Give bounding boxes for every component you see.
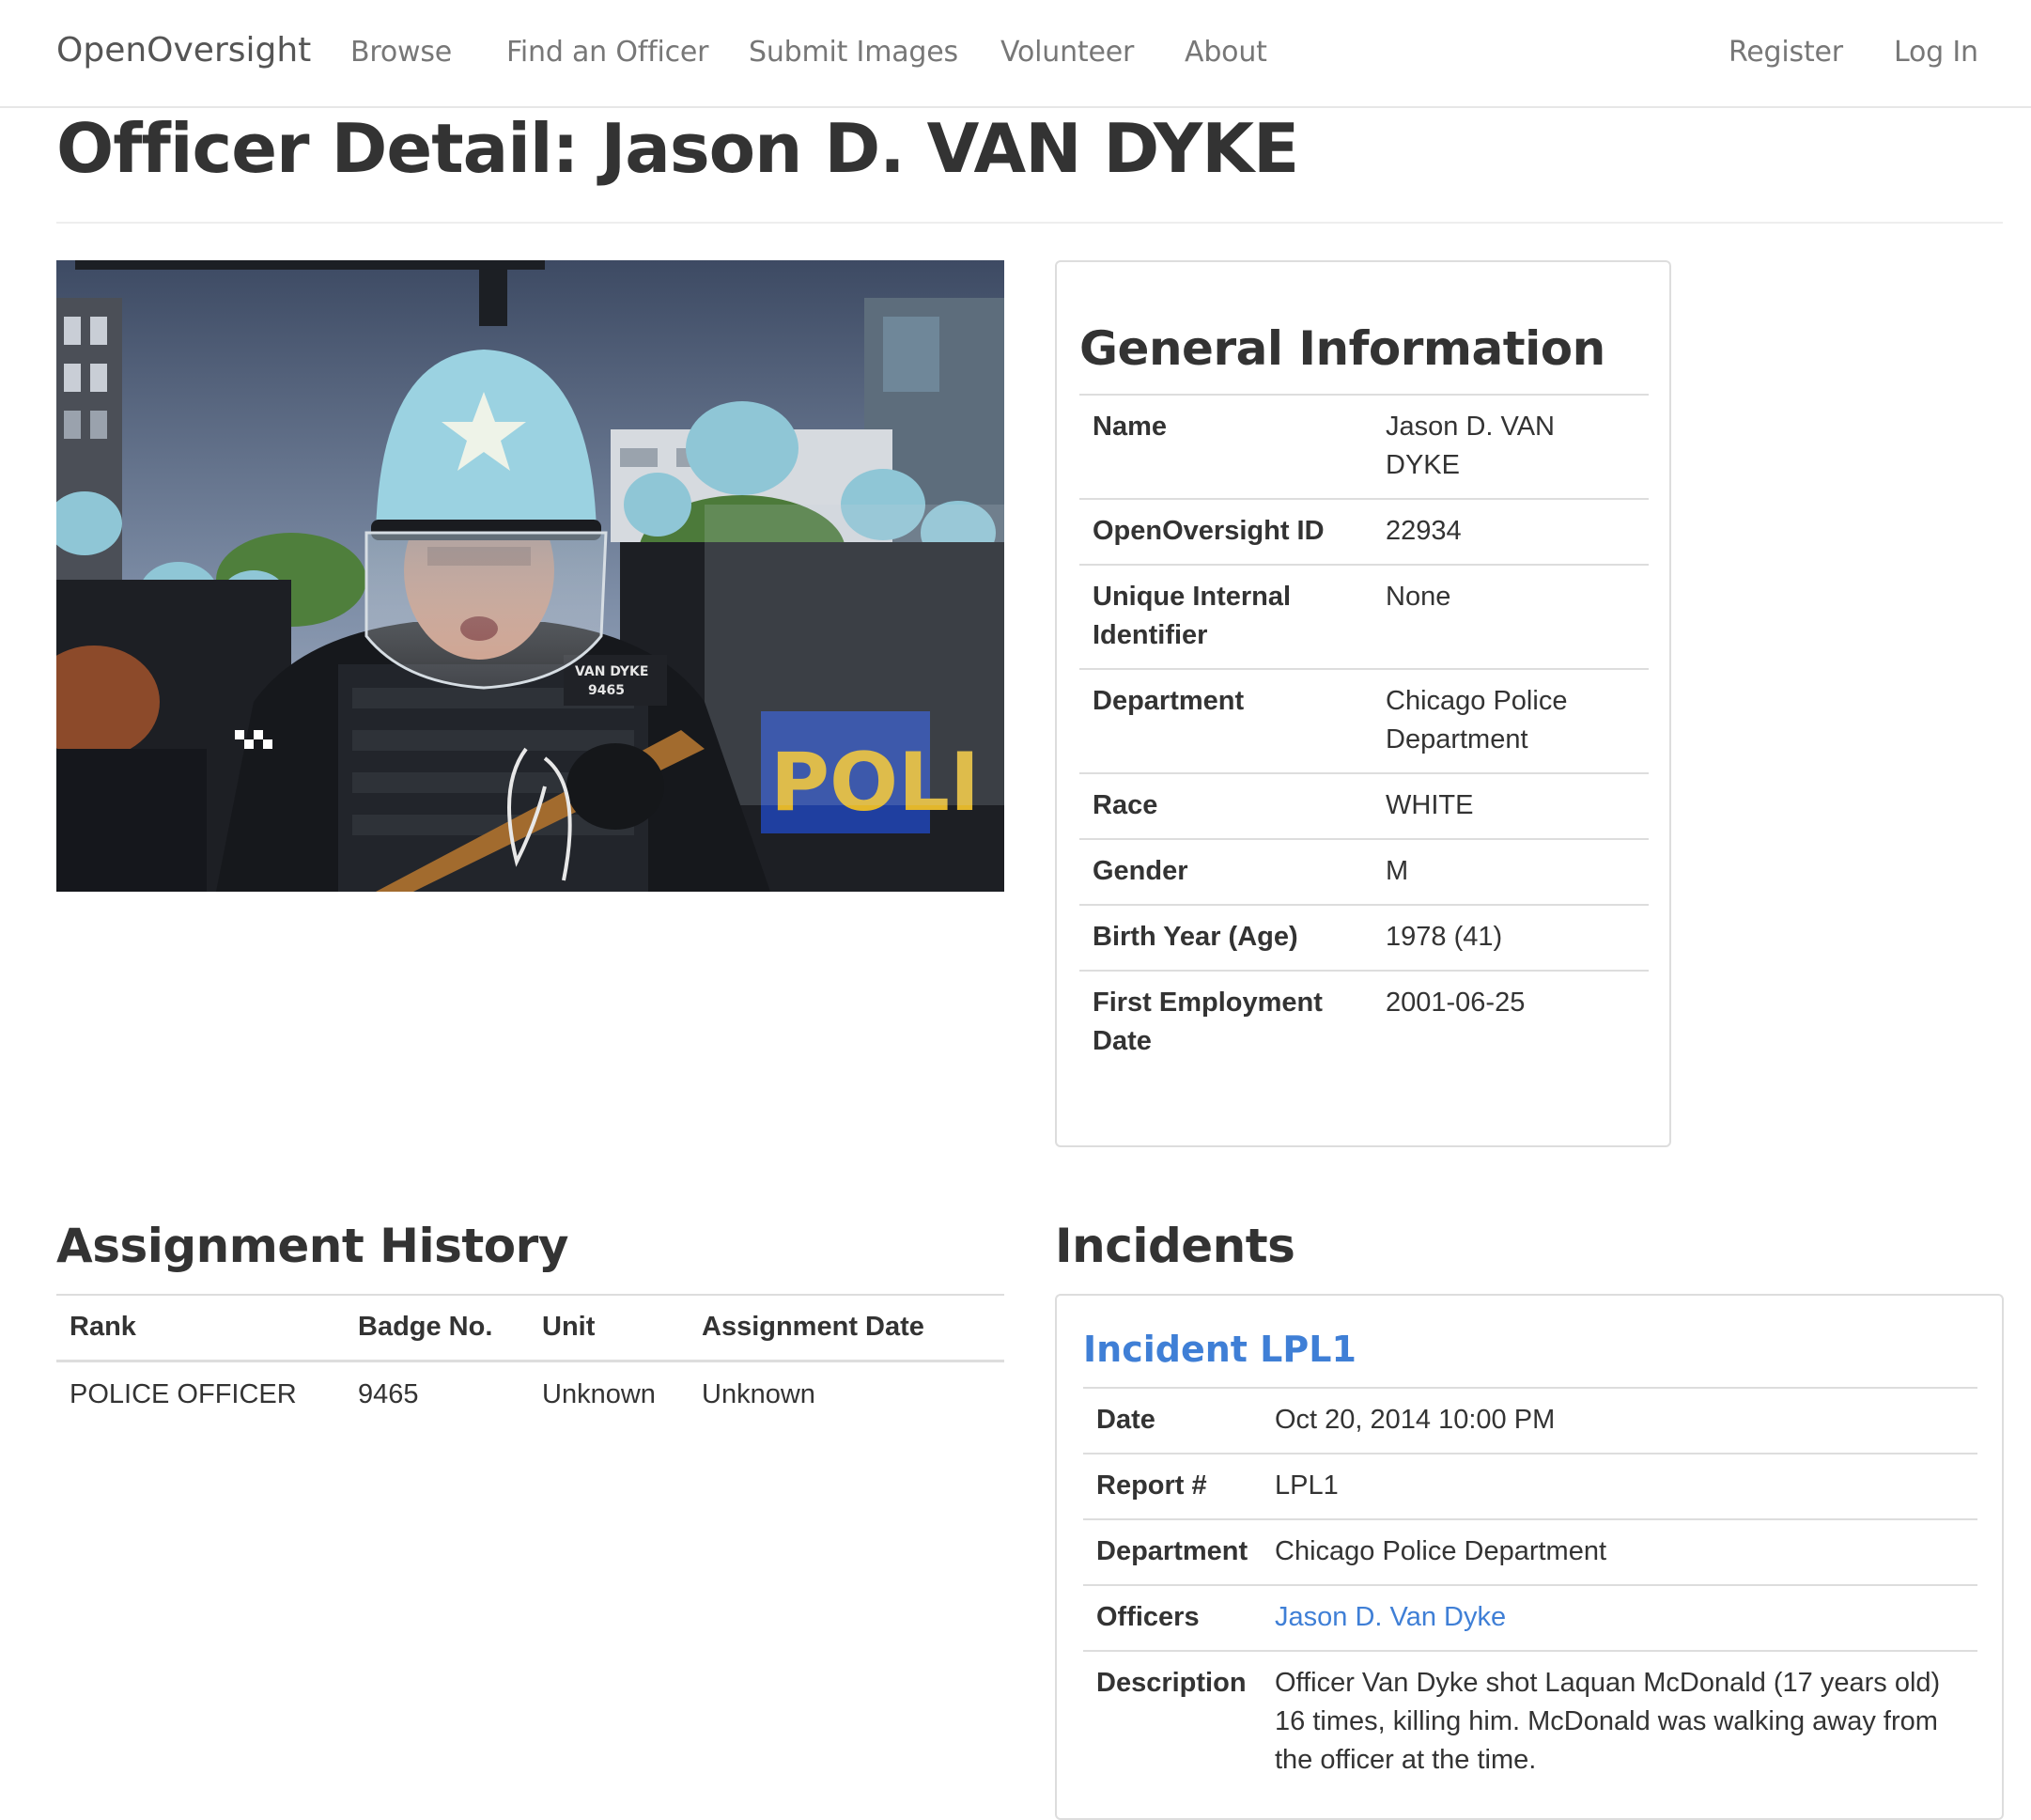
info-label: Name — [1079, 394, 1372, 499]
incident-date: Oct 20, 2014 10:00 PM — [1262, 1387, 1977, 1454]
info-label: Department — [1079, 668, 1372, 773]
nav-volunteer[interactable]: Volunteer — [1000, 34, 1134, 71]
incidents-heading: Incidents — [1055, 1219, 1295, 1273]
info-row-race: Race WHITE — [1079, 772, 1649, 839]
general-info-table: Name Jason D. VAN DYKE OpenOversight ID … — [1079, 394, 1649, 1074]
info-label: Birth Year (Age) — [1079, 904, 1372, 971]
incident-report-number: LPL1 — [1262, 1453, 1977, 1519]
incident-title-link[interactable]: Incident LPL1 — [1083, 1328, 1357, 1371]
info-row-name: Name Jason D. VAN DYKE — [1079, 394, 1649, 499]
general-info-heading: General Information — [1079, 321, 1605, 376]
nameplate-line1: VAN DYKE — [575, 664, 648, 679]
incident-details-table: Date Oct 20, 2014 10:00 PM Report # LPL1… — [1083, 1387, 1977, 1793]
title-divider — [56, 222, 2003, 224]
assignment-history-table: Rank Badge No. Unit Assignment Date POLI… — [56, 1294, 1004, 1427]
top-navbar: OpenOversight Browse Find an Officer Sub… — [0, 0, 2031, 108]
badge-cell: 9465 — [358, 1379, 419, 1409]
info-row-gender: Gender M — [1079, 838, 1649, 905]
nav-login[interactable]: Log In — [1894, 34, 1978, 71]
incident-description: Officer Van Dyke shot Laquan McDonald (1… — [1262, 1650, 1977, 1793]
page-title: Officer Detail: Jason D. VAN DYKE — [56, 109, 1299, 188]
table-row: POLICE OFFICER 9465 Unknown Unknown — [56, 1361, 1004, 1428]
incident-row-date: Date Oct 20, 2014 10:00 PM — [1083, 1387, 1977, 1454]
info-row-first-employment: First Employment Date 2001-06-25 — [1079, 970, 1649, 1074]
info-value: WHITE — [1372, 772, 1649, 839]
incident-row-officers: Officers Jason D. Van Dyke — [1083, 1584, 1977, 1651]
incident-label: Description — [1083, 1650, 1262, 1793]
column-header-unit: Unit — [529, 1294, 689, 1362]
general-info-panel: General Information Name Jason D. VAN DY… — [1055, 260, 1671, 1147]
info-row-id: OpenOversight ID 22934 — [1079, 498, 1649, 565]
nav-browse[interactable]: Browse — [350, 34, 452, 71]
incident-label: Department — [1083, 1518, 1262, 1585]
incident-label: Date — [1083, 1387, 1262, 1454]
unit-cell: Unknown — [542, 1379, 656, 1409]
nav-submit-images[interactable]: Submit Images — [749, 34, 958, 71]
info-value: 1978 (41) — [1372, 904, 1649, 971]
column-header-rank: Rank — [56, 1294, 345, 1362]
info-value: None — [1372, 564, 1649, 669]
rank-cell: POLICE OFFICER — [70, 1379, 297, 1409]
nameplate-line2: 9465 — [588, 683, 625, 698]
incident-department: Chicago Police Department — [1262, 1518, 1977, 1585]
info-row-birth-year: Birth Year (Age) 1978 (41) — [1079, 904, 1649, 971]
brand-link[interactable]: OpenOversight — [56, 32, 311, 70]
incident-row-description: Description Officer Van Dyke shot Laquan… — [1083, 1650, 1977, 1793]
column-header-assignment-date: Assignment Date — [689, 1294, 1004, 1362]
nav-about[interactable]: About — [1185, 34, 1267, 71]
nav-register[interactable]: Register — [1729, 34, 1843, 71]
info-label: Gender — [1079, 838, 1372, 905]
table-header-row: Rank Badge No. Unit Assignment Date — [56, 1294, 1004, 1362]
info-label: OpenOversight ID — [1079, 498, 1372, 565]
info-label: First Employment Date — [1079, 970, 1372, 1074]
info-value: M — [1372, 838, 1649, 905]
officer-photo-illustration: POLI VAN DYKE 9465 — [56, 260, 1004, 892]
incident-row-department: Department Chicago Police Department — [1083, 1518, 1977, 1585]
officer-photo[interactable]: POLI VAN DYKE 9465 — [56, 260, 1004, 892]
incident-panel: Incident LPL1 Date Oct 20, 2014 10:00 PM… — [1055, 1294, 2004, 1820]
info-row-unique-id: Unique Internal Identifier None — [1079, 564, 1649, 669]
incident-label: Report # — [1083, 1453, 1262, 1519]
info-row-department: Department Chicago Police Department — [1079, 668, 1649, 773]
incident-label: Officers — [1083, 1584, 1262, 1651]
info-value: Chicago Police Department — [1372, 668, 1649, 773]
info-label: Race — [1079, 772, 1372, 839]
incident-row-report: Report # LPL1 — [1083, 1453, 1977, 1519]
assignment-date-cell: Unknown — [702, 1379, 815, 1409]
info-value: 22934 — [1372, 498, 1649, 565]
info-value: 2001-06-25 — [1372, 970, 1649, 1074]
assignment-history-heading: Assignment History — [56, 1219, 568, 1273]
incident-officers-cell: Jason D. Van Dyke — [1262, 1584, 1977, 1651]
info-value: Jason D. VAN DYKE — [1372, 394, 1649, 499]
nav-find-officer[interactable]: Find an Officer — [506, 34, 708, 71]
info-label: Unique Internal Identifier — [1079, 564, 1372, 669]
column-header-badge: Badge No. — [345, 1294, 529, 1362]
officer-link[interactable]: Jason D. Van Dyke — [1275, 1602, 1506, 1632]
